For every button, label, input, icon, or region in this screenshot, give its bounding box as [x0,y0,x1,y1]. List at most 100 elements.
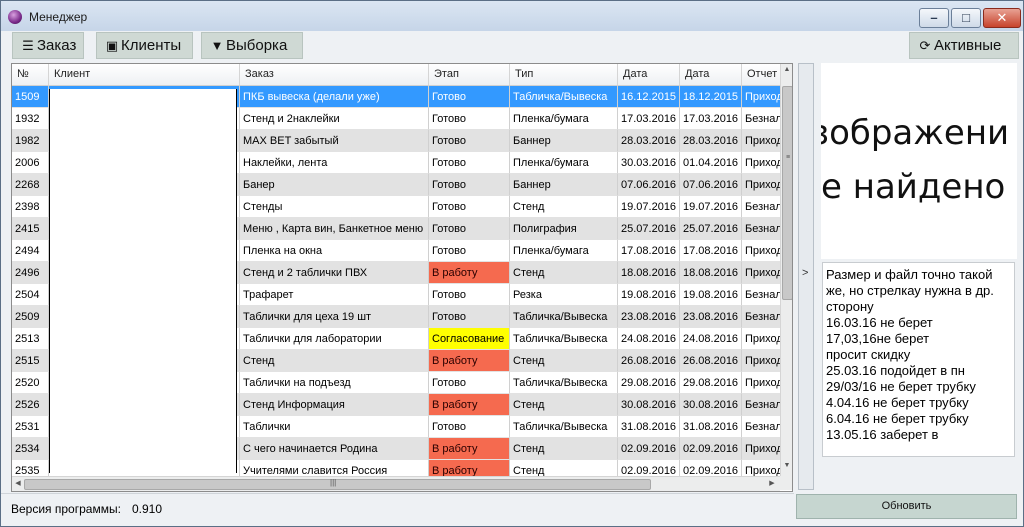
column-header-client[interactable]: Клиент [49,64,240,85]
column-header-report[interactable]: Отчет [742,64,782,85]
clients-button[interactable]: ▣ Клиенты [96,32,193,59]
cell-order[interactable]: Стенд и 2 таблички ПВХ [240,262,429,284]
cell-order[interactable]: Меню , Карта вин, Банкетное меню [240,218,429,240]
cell-num[interactable]: 2504 [12,284,49,306]
cell-stage[interactable]: В работу [429,438,510,460]
cell-date2[interactable]: 31.08.2016 [680,416,742,438]
cell-report[interactable]: Приход [742,372,780,394]
cell-type[interactable]: Пленка/бумага [510,240,618,262]
cell-date2[interactable]: 19.07.2016 [680,196,742,218]
cell-stage[interactable]: Готово [429,218,510,240]
cell-report[interactable]: Приход [742,350,780,372]
cell-report[interactable]: Приход [742,240,780,262]
cell-order[interactable]: Таблички для лаборатории [240,328,429,350]
chevron-right-icon[interactable]: > [802,267,808,279]
cell-type[interactable]: Табличка/Вывеска [510,306,618,328]
column-header-stage[interactable]: Этап [429,64,510,85]
cell-stage[interactable]: Готово [429,152,510,174]
cell-date1[interactable]: 29.08.2016 [618,372,680,394]
cell-type[interactable]: Табличка/Вывеска [510,372,618,394]
cell-order[interactable]: Стенд и 2наклейки [240,108,429,130]
cell-order[interactable]: Стенды [240,196,429,218]
cell-num[interactable]: 1509 [12,86,49,108]
active-button[interactable]: ⟳ Активные [909,32,1019,59]
cell-stage[interactable]: Готово [429,130,510,152]
cell-num[interactable]: 2415 [12,218,49,240]
cell-type[interactable]: Табличка/Вывеска [510,328,618,350]
vertical-scrollbar[interactable]: ▲ ≡ ▼ [780,64,792,476]
cell-type[interactable]: Стенд [510,350,618,372]
cell-order[interactable]: Таблички на подъезд [240,372,429,394]
cell-report[interactable]: Безнал [742,108,780,130]
cell-num[interactable]: 2534 [12,438,49,460]
cell-date2[interactable]: 02.09.2016 [680,460,742,476]
refresh-button[interactable]: Обновить [796,494,1017,519]
cell-order[interactable]: Учителями славится Россия [240,460,429,476]
horizontal-scrollbar[interactable]: ◀ ||| ▶ [12,476,780,491]
cell-date2[interactable]: 28.03.2016 [680,130,742,152]
horizontal-scroll-thumb[interactable] [24,479,651,490]
cell-date1[interactable]: 25.07.2016 [618,218,680,240]
panel-splitter[interactable]: > [798,63,814,490]
cell-date1[interactable]: 28.03.2016 [618,130,680,152]
cell-report[interactable]: Приход [742,152,780,174]
cell-date2[interactable]: 17.08.2016 [680,240,742,262]
cell-num[interactable]: 2509 [12,306,49,328]
cell-report[interactable]: Безнал [742,284,780,306]
cell-report[interactable]: Приход [742,86,780,108]
cell-report[interactable]: Приход [742,460,780,476]
cell-order[interactable]: ПКБ вывеска (делали уже) [240,86,429,108]
cell-date2[interactable]: 30.08.2016 [680,394,742,416]
cell-num[interactable]: 2531 [12,416,49,438]
cell-date1[interactable]: 17.03.2016 [618,108,680,130]
cell-order[interactable]: MAX BET забытый [240,130,429,152]
column-header-type[interactable]: Тип [510,64,618,85]
minimize-button[interactable]: – [919,8,949,28]
cell-date2[interactable]: 26.08.2016 [680,350,742,372]
cell-num[interactable]: 2398 [12,196,49,218]
cell-date2[interactable]: 18.12.2015 [680,86,742,108]
cell-num[interactable]: 2006 [12,152,49,174]
selection-button[interactable]: ▼ Выборка [201,32,303,59]
cell-num[interactable]: 2494 [12,240,49,262]
cell-stage[interactable]: Готово [429,416,510,438]
cell-date2[interactable]: 17.03.2016 [680,108,742,130]
cell-date1[interactable]: 18.08.2016 [618,262,680,284]
cell-order[interactable]: Пленка на окна [240,240,429,262]
cell-type[interactable]: Стенд [510,460,618,476]
cell-type[interactable]: Стенд [510,262,618,284]
cell-type[interactable]: Пленка/бумага [510,152,618,174]
cell-type[interactable]: Табличка/Вывеска [510,86,618,108]
cell-report[interactable]: Безнал [742,218,780,240]
cell-report[interactable]: Приход [742,438,780,460]
cell-stage[interactable]: Согласование [429,328,510,350]
cell-num[interactable]: 2515 [12,350,49,372]
cell-report[interactable]: Приход [742,130,780,152]
cell-type[interactable]: Баннер [510,130,618,152]
cell-num[interactable]: 1982 [12,130,49,152]
cell-date1[interactable]: 30.08.2016 [618,394,680,416]
maximize-button[interactable]: □ [951,8,981,28]
cell-report[interactable]: Приход [742,262,780,284]
cell-num[interactable]: 2526 [12,394,49,416]
cell-stage[interactable]: Готово [429,174,510,196]
cell-type[interactable]: Стенд [510,438,618,460]
cell-date2[interactable]: 24.08.2016 [680,328,742,350]
cell-date1[interactable]: 19.08.2016 [618,284,680,306]
cell-order[interactable]: Наклейки, лента [240,152,429,174]
cell-stage[interactable]: В работу [429,350,510,372]
cell-date2[interactable]: 29.08.2016 [680,372,742,394]
cell-report[interactable]: Безнал [742,394,780,416]
cell-type[interactable]: Резка [510,284,618,306]
cell-date2[interactable]: 01.04.2016 [680,152,742,174]
orders-grid[interactable]: № Клиент Заказ Этап Тип Дата Дата Отчет … [11,63,793,492]
cell-type[interactable]: Табличка/Вывеска [510,416,618,438]
cell-order[interactable]: Стенд Информация [240,394,429,416]
cell-date1[interactable]: 30.03.2016 [618,152,680,174]
cell-date1[interactable]: 31.08.2016 [618,416,680,438]
notes-textbox[interactable]: Размер и файл точно такой же, но стрелка… [822,262,1015,457]
cell-stage[interactable]: Готово [429,108,510,130]
cell-date1[interactable]: 07.06.2016 [618,174,680,196]
cell-date1[interactable]: 02.09.2016 [618,438,680,460]
cell-date2[interactable]: 19.08.2016 [680,284,742,306]
